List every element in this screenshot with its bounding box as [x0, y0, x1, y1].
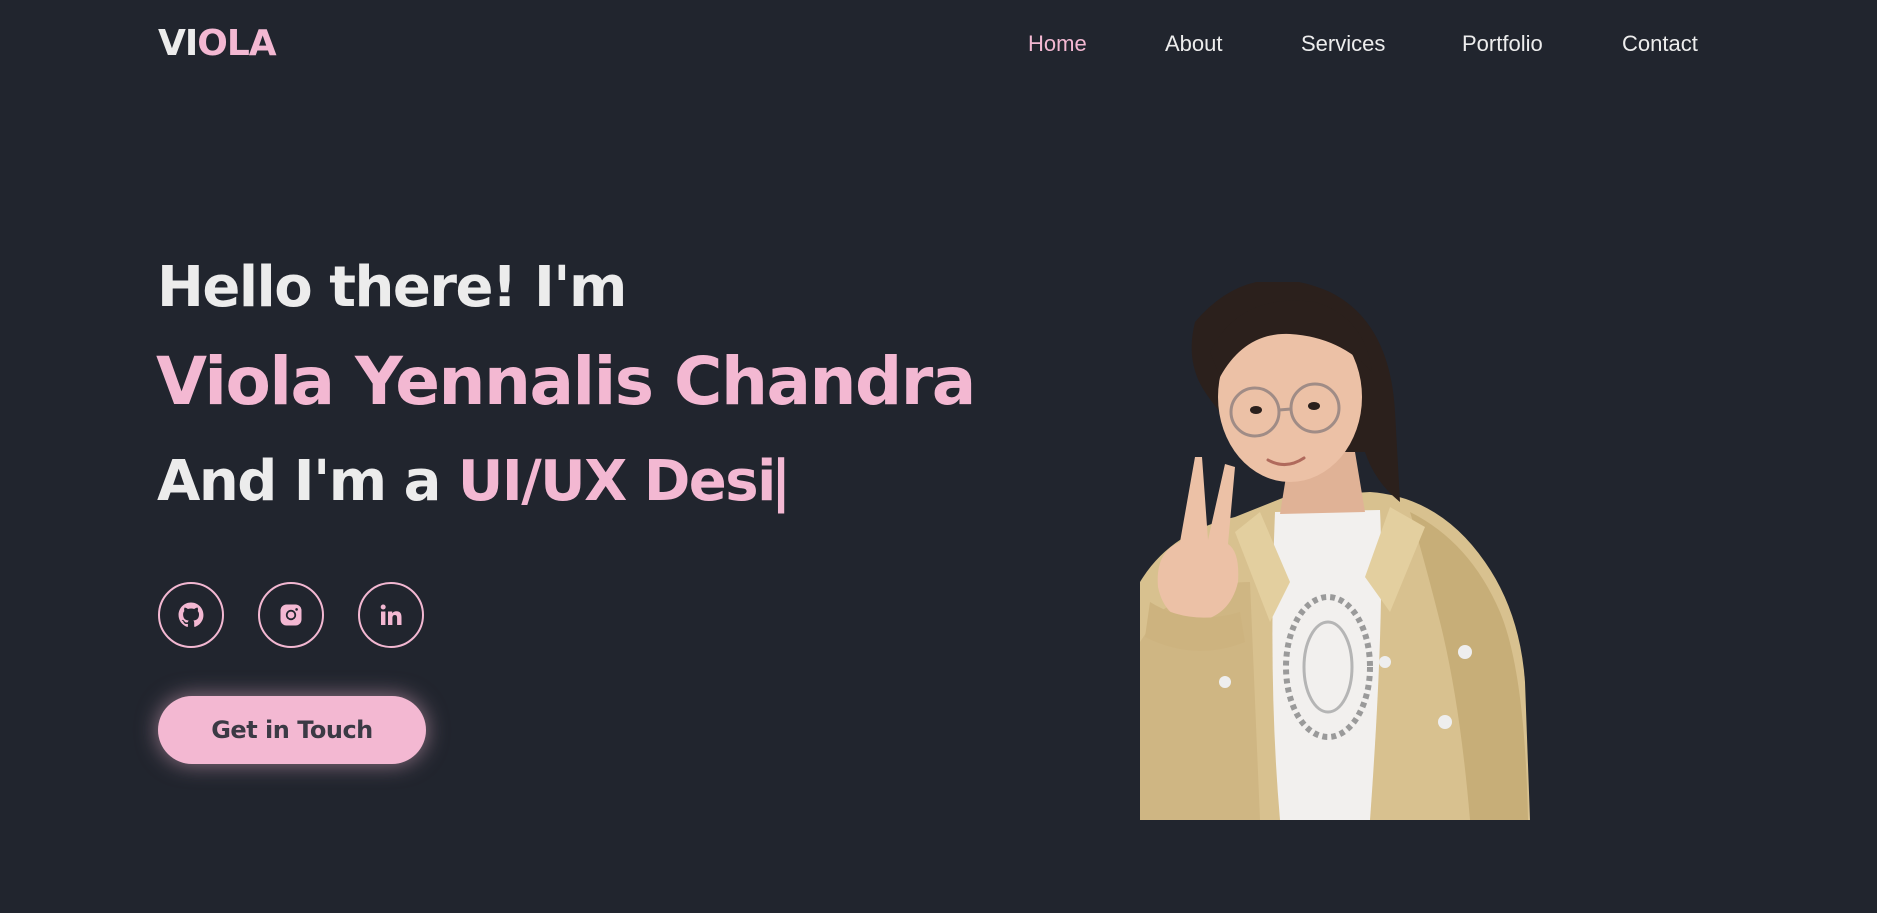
role-prefix: And I'm a — [157, 449, 458, 514]
hero-name: Viola Yennalis Chandra — [156, 343, 976, 420]
typing-cursor: | — [770, 449, 791, 514]
get-in-touch-button[interactable]: Get in Touch — [158, 696, 426, 764]
main-nav: Home About Services Portfolio Contact — [0, 28, 1877, 60]
nav-portfolio[interactable]: Portfolio — [1462, 28, 1543, 60]
page: VIOLA Home About Services Portfolio Cont… — [0, 0, 1877, 913]
hero-role-line: And I'm a UI/UX Desi| — [157, 446, 791, 518]
nav-services[interactable]: Services — [1301, 28, 1385, 60]
role-typed-text: UI/UX Desi — [457, 449, 776, 514]
nav-contact[interactable]: Contact — [1622, 28, 1698, 60]
social-links — [158, 582, 458, 648]
github-icon — [178, 602, 204, 627]
linkedin-link[interactable] — [358, 582, 424, 648]
profile-photo — [1140, 282, 1530, 820]
instagram-link[interactable] — [258, 582, 324, 648]
nav-about[interactable]: About — [1165, 28, 1223, 60]
site-header: VIOLA Home About Services Portfolio Cont… — [0, 0, 1877, 86]
github-link[interactable] — [158, 582, 224, 648]
hero-greeting: Hello there! I'm — [157, 255, 627, 320]
nav-home[interactable]: Home — [1028, 28, 1087, 60]
instagram-icon — [280, 604, 302, 626]
linkedin-icon — [380, 604, 402, 625]
